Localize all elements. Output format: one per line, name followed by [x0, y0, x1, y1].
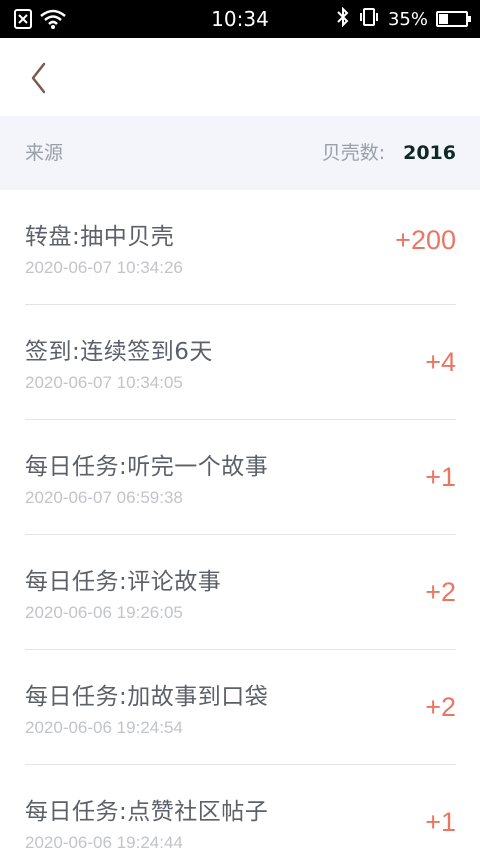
list-item: 每日任务:听完一个故事 2020-06-07 06:59:38 +1	[25, 420, 456, 535]
shell-count-value: 2016	[403, 142, 456, 164]
record-title: 签到:连续签到6天	[25, 339, 213, 365]
bluetooth-icon	[336, 6, 350, 32]
chevron-left-icon	[31, 62, 46, 94]
list-item: 每日任务:评论故事 2020-06-06 19:26:05 +2	[25, 535, 456, 650]
record-title: 每日任务:听完一个故事	[25, 454, 269, 480]
shell-count-label: 贝壳数:	[321, 142, 386, 164]
battery-fill	[439, 14, 448, 24]
shell-count-summary: 贝壳数: 2016	[322, 116, 456, 190]
record-points: +2	[425, 577, 456, 607]
record-points: +1	[425, 462, 456, 492]
battery-icon	[436, 11, 471, 27]
record-time: 2020-06-07 06:59:38	[25, 488, 183, 507]
record-points: +4	[425, 347, 456, 377]
record-title: 转盘:抽中贝壳	[25, 224, 175, 250]
vibrate-icon	[358, 7, 380, 32]
status-bar: 10:34 35%	[0, 0, 480, 38]
shell-record-list: 转盘:抽中贝壳 2020-06-07 10:34:26 +200 签到:连续签到…	[25, 190, 456, 854]
record-points: +1	[425, 807, 456, 837]
record-time: 2020-06-07 10:34:05	[25, 373, 183, 392]
list-item: 签到:连续签到6天 2020-06-07 10:34:05 +4	[25, 305, 456, 420]
record-title: 每日任务:加故事到口袋	[25, 684, 269, 710]
record-title: 每日任务:点赞社区帖子	[25, 799, 269, 825]
record-time: 2020-06-07 10:34:26	[25, 258, 183, 277]
status-right: 35%	[336, 0, 471, 38]
record-time: 2020-06-06 19:24:54	[25, 718, 183, 737]
list-item: 每日任务:加故事到口袋 2020-06-06 19:24:54 +2	[25, 650, 456, 765]
record-time: 2020-06-06 19:26:05	[25, 603, 183, 622]
source-label: 来源	[25, 142, 64, 164]
nav-bar	[0, 38, 480, 116]
back-button[interactable]	[20, 58, 56, 98]
list-item: 每日任务:点赞社区帖子 2020-06-06 19:24:44 +1	[25, 765, 456, 854]
record-title: 每日任务:评论故事	[25, 569, 222, 595]
record-time: 2020-06-06 19:24:44	[25, 833, 183, 852]
battery-percent: 35%	[387, 8, 428, 30]
record-points: +2	[425, 692, 456, 722]
record-points: +200	[395, 225, 456, 255]
list-item: 转盘:抽中贝壳 2020-06-07 10:34:26 +200	[25, 190, 456, 305]
summary-header: 来源 贝壳数: 2016	[0, 116, 480, 190]
